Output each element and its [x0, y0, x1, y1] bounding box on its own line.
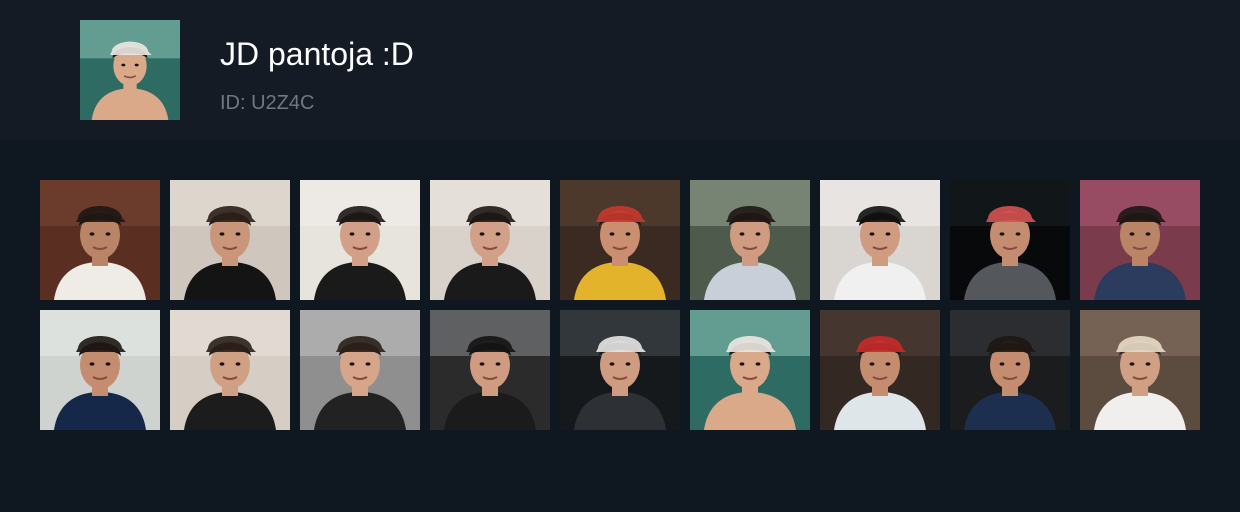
photo-thumbnail[interactable] [560, 310, 680, 430]
photo-thumbnail[interactable] [820, 180, 940, 300]
photo-thumbnail[interactable] [1080, 180, 1200, 300]
photo-thumbnail[interactable] [170, 180, 290, 300]
photo-thumbnail[interactable] [560, 180, 680, 300]
photo-thumbnail[interactable] [950, 180, 1070, 300]
photo-thumbnail[interactable] [300, 310, 420, 430]
photo-thumbnail[interactable] [170, 310, 290, 430]
photo-thumbnail[interactable] [1080, 310, 1200, 430]
photo-thumbnail[interactable] [300, 180, 420, 300]
photo-thumbnail[interactable] [430, 310, 550, 430]
photo-thumbnail[interactable] [40, 180, 160, 300]
profile-avatar[interactable] [80, 20, 180, 120]
photo-thumbnail[interactable] [40, 310, 160, 430]
profile-header: JD pantoja :D ID: U2Z4C [0, 0, 1240, 140]
photo-thumbnail[interactable] [950, 310, 1070, 430]
profile-name: JD pantoja :D [220, 36, 414, 72]
photo-thumbnail[interactable] [690, 180, 810, 300]
photo-grid [40, 180, 1200, 430]
photo-thumbnail[interactable] [820, 310, 940, 430]
photo-thumbnail[interactable] [430, 180, 550, 300]
photo-thumbnail[interactable] [690, 310, 810, 430]
profile-id: ID: U2Z4C [220, 92, 315, 114]
